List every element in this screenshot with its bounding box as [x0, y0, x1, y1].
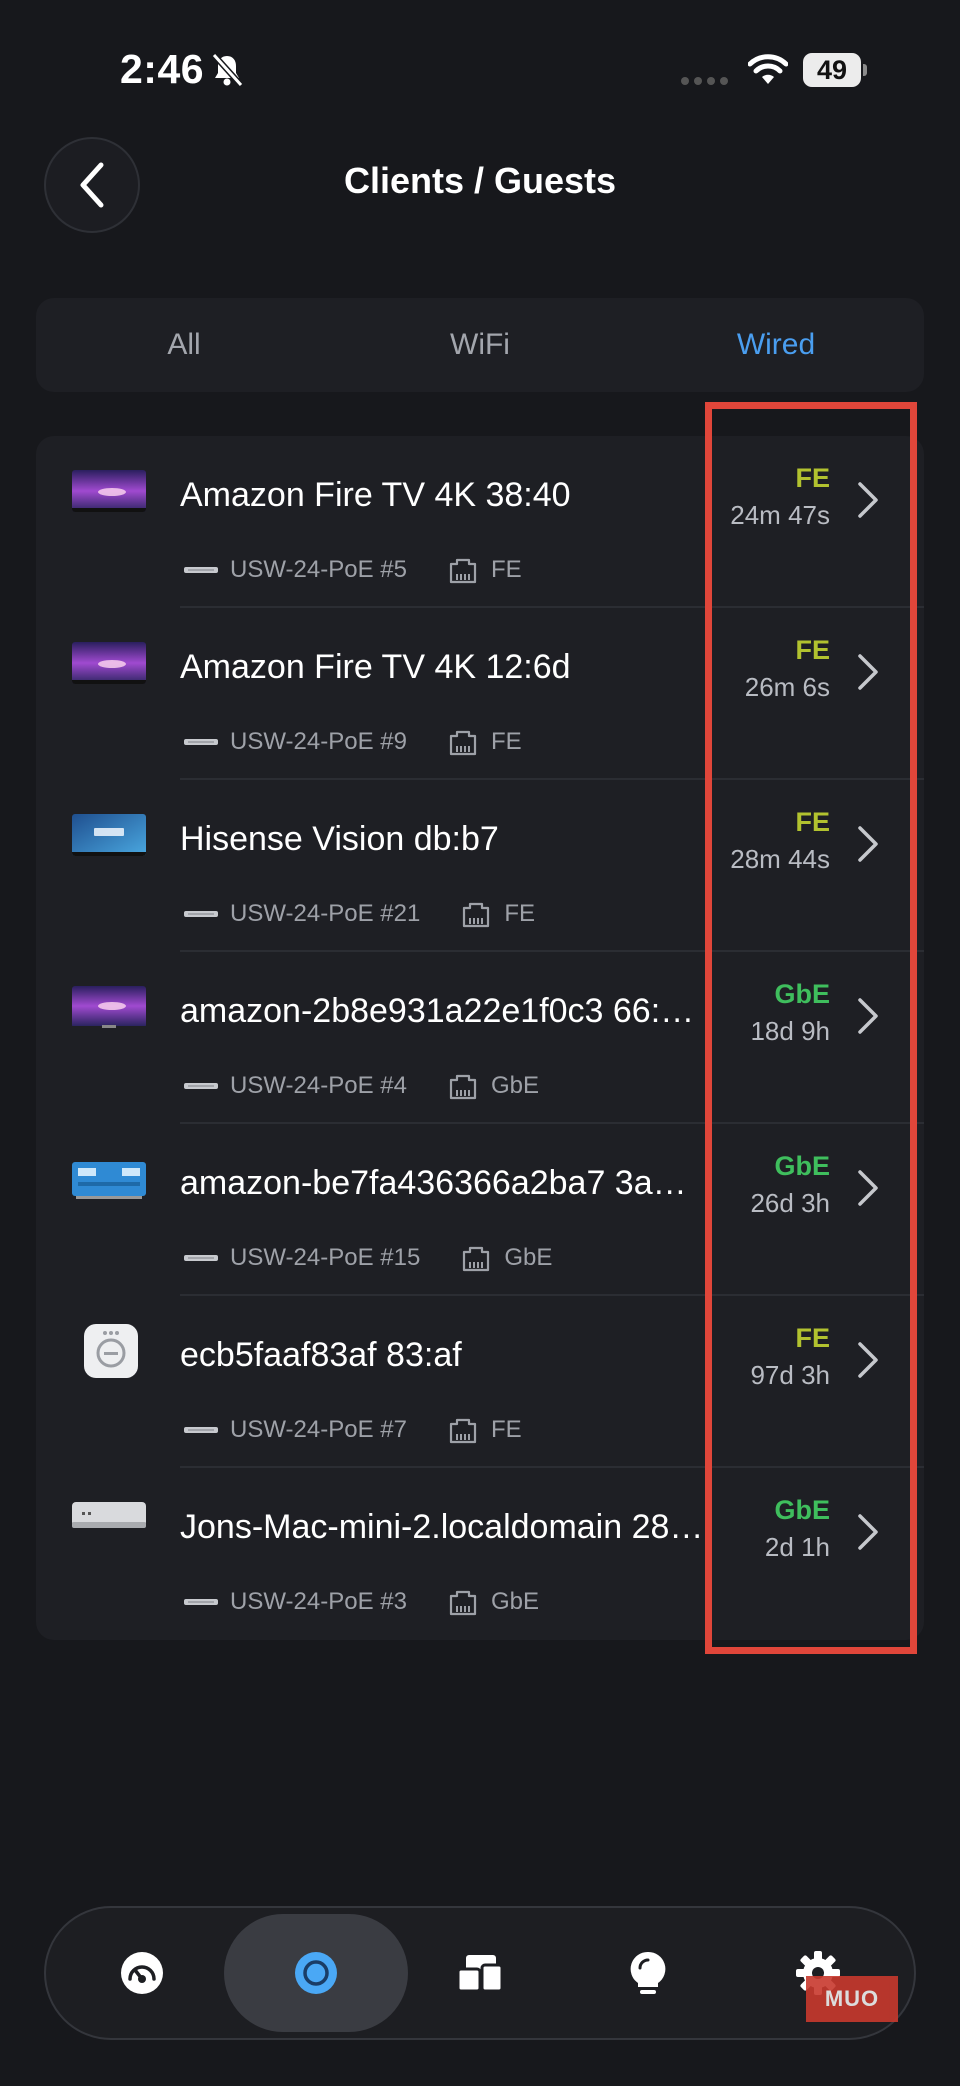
nav-devices[interactable]	[434, 1908, 526, 2038]
port-speed: FE	[504, 900, 535, 927]
bell-muted-icon	[211, 52, 244, 88]
port-speed: FE	[490, 1416, 522, 1443]
status-bar: 2:46 49	[0, 0, 960, 130]
switch-port: USW-24-PoE #7	[230, 1416, 407, 1443]
mac-mini-thumbnail	[72, 1502, 146, 1528]
client-name: Amazon Fire TV 4K 12:6d	[180, 648, 571, 686]
switch-icon	[184, 1255, 218, 1261]
port-speed: FE	[490, 728, 522, 755]
page-title: Clients / Guests	[343, 160, 617, 201]
switch-icon	[184, 1599, 218, 1605]
tv-purple-thumbnail	[72, 986, 146, 1028]
tv-purple-thumbnail	[72, 642, 146, 684]
cellular-signal-icon	[681, 77, 728, 85]
tab-wired[interactable]: Wired	[628, 298, 924, 392]
filter-tabs: All WiFi Wired	[36, 298, 924, 392]
switch-port: USW-24-PoE #15	[230, 1244, 421, 1271]
client-meta: USW-24-PoE #7 FE	[184, 1414, 522, 1446]
client-meta: USW-24-PoE #21 FE	[184, 898, 535, 930]
client-name: amazon-2b8e931a22e1f0c3 66:…	[180, 992, 695, 1030]
client-name: Hisense Vision db:b7	[180, 820, 499, 858]
port-speed: GbE	[490, 1072, 539, 1099]
tab-all[interactable]: All	[36, 298, 332, 392]
client-name: ecb5faaf83af 83:af	[180, 1336, 462, 1374]
bottom-nav	[44, 1906, 916, 2040]
client-name: Amazon Fire TV 4K 38:40	[180, 476, 571, 514]
client-meta: USW-24-PoE #5 FE	[184, 554, 522, 586]
battery-indicator: 49	[803, 53, 867, 87]
devices-icon	[456, 1955, 504, 1993]
hisense-tv-thumbnail	[72, 814, 146, 856]
client-meta: USW-24-PoE #9 FE	[184, 726, 522, 758]
switch-icon	[184, 911, 218, 917]
nav-topology[interactable]	[270, 1908, 362, 2038]
switch-port: USW-24-PoE #3	[230, 1588, 407, 1615]
ethernet-port-icon	[449, 1418, 477, 1444]
port-speed: FE	[490, 556, 522, 583]
tv-purple-thumbnail	[72, 470, 146, 512]
ethernet-port-icon	[449, 1074, 477, 1100]
switch-icon	[184, 1427, 218, 1433]
switch-icon	[184, 567, 218, 573]
ethernet-port-icon	[463, 902, 490, 928]
topology-icon	[295, 1952, 337, 1994]
ethernet-port-icon	[449, 558, 477, 584]
client-name: Jons-Mac-mini-2.localdomain 28…	[180, 1508, 704, 1546]
battery-level: 49	[803, 53, 861, 87]
dashboard-icon	[121, 1952, 163, 1994]
switch-icon	[184, 739, 218, 745]
hub-device-thumbnail	[84, 1324, 138, 1378]
port-speed: GbE	[490, 1588, 539, 1615]
switch-port: USW-24-PoE #4	[230, 1072, 407, 1099]
wifi-icon	[748, 54, 788, 84]
nav-dashboard[interactable]	[96, 1908, 188, 2038]
highlight-box	[705, 402, 917, 1654]
client-meta: USW-24-PoE #15 GbE	[184, 1242, 552, 1274]
client-meta: USW-24-PoE #4 GbE	[184, 1070, 539, 1102]
watermark-logo: MUO	[806, 1976, 898, 2022]
switch-icon	[184, 1083, 218, 1089]
ethernet-port-icon	[449, 1590, 477, 1616]
tab-wifi[interactable]: WiFi	[332, 298, 628, 392]
switch-port: USW-24-PoE #9	[230, 728, 407, 755]
switch-port: USW-24-PoE #5	[230, 556, 407, 583]
client-name: amazon-be7fa436366a2ba7 3a…	[180, 1164, 687, 1202]
blue-device-thumbnail	[72, 1162, 146, 1199]
ethernet-port-icon	[449, 730, 477, 756]
insights-icon	[630, 1951, 666, 1994]
nav-insights[interactable]	[602, 1908, 694, 2038]
ethernet-port-icon	[463, 1246, 490, 1272]
status-time: 2:46	[120, 46, 205, 92]
client-meta: USW-24-PoE #3 GbE	[184, 1586, 539, 1618]
switch-port: USW-24-PoE #21	[230, 900, 421, 927]
port-speed: GbE	[504, 1244, 553, 1271]
